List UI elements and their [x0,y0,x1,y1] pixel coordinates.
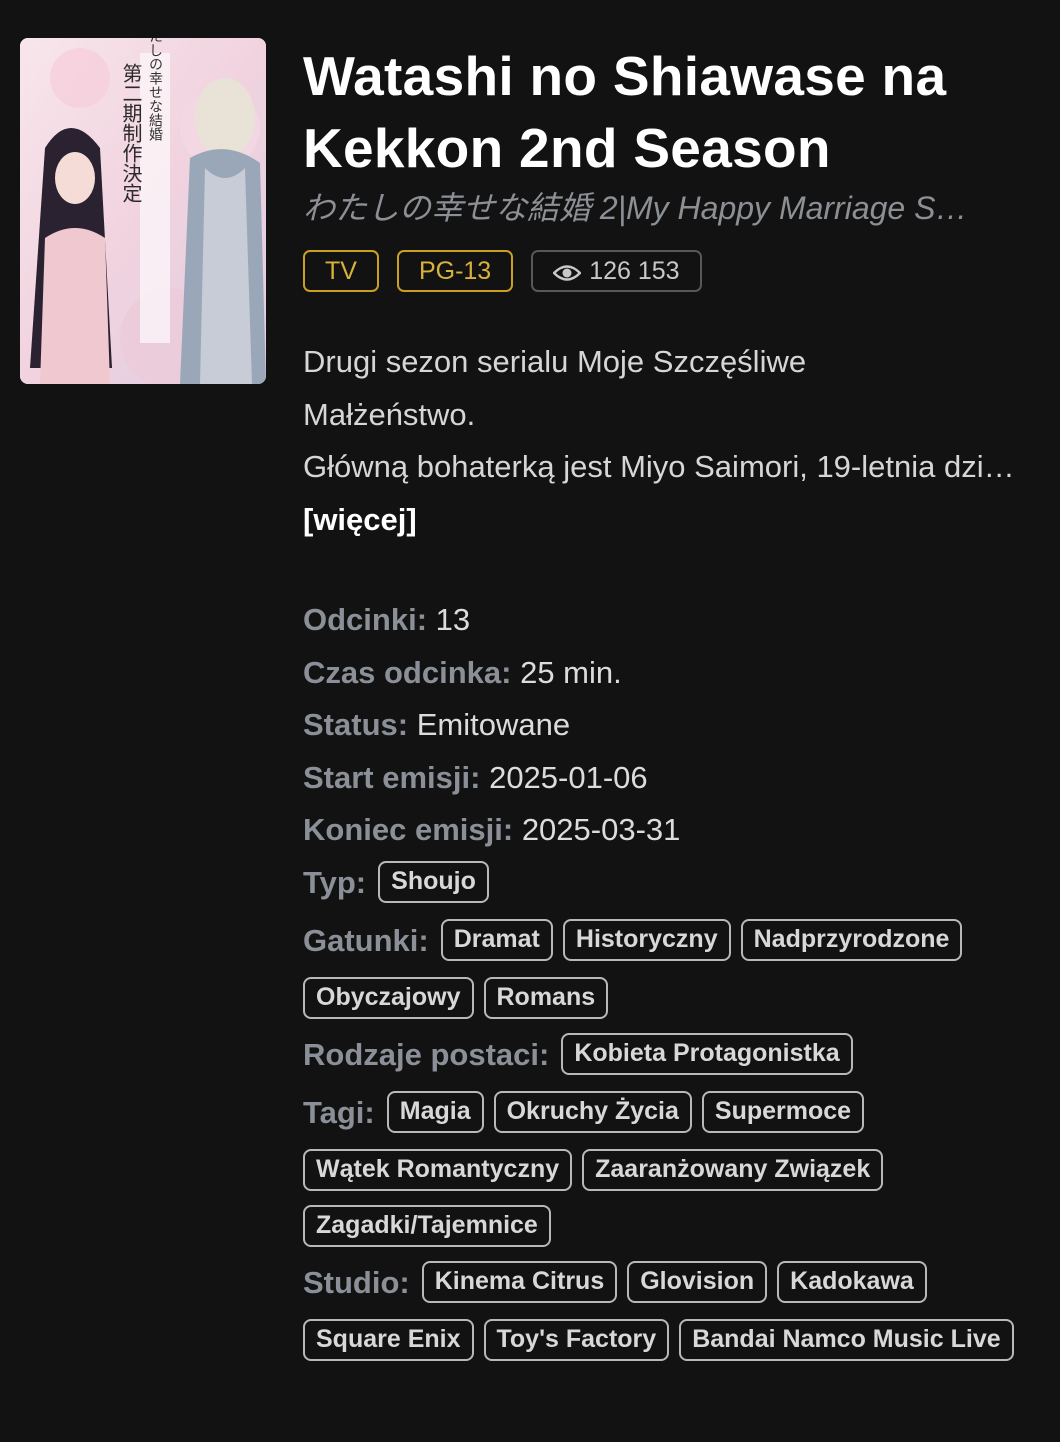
genre-chip[interactable]: Dramat [440,918,553,961]
end-date-label: Koniec emisji: [303,812,514,847]
end-date-value: 2025-03-31 [521,812,681,847]
anime-title: Watashi no Shiawase na Kekkon 2nd Season [303,45,947,179]
studio-chip[interactable]: Glovision [627,1260,768,1303]
duration-row: Czas odcinka: 25 min. [303,647,1033,700]
anime-details: Watashi no Shiawase na Kekkon 2nd Season… [303,40,1033,1361]
studio-chip[interactable]: Toy's Factory [483,1318,670,1361]
tag-chip[interactable]: Zagadki/Tajemnice [303,1204,551,1247]
character-chip[interactable]: Kobieta Protagonistka [561,1032,853,1075]
read-more-link[interactable]: [więcej] [303,494,1033,547]
duration-value: 25 min. [520,654,622,690]
genres-row: Gatunki: Dramat Historyczny Nadprzyrodzo… [303,918,1033,1019]
studio-chip[interactable]: Square Enix [303,1318,474,1361]
studio-chip[interactable]: Bandai Namco Music Live [679,1318,1014,1361]
eye-icon [552,261,582,281]
studio-chip[interactable]: Kadokawa [777,1260,927,1303]
start-date-row: Start emisji: 2025-01-06 [303,752,1033,805]
genres-label: Gatunki: [303,922,429,958]
views-badge: 126 153 [531,250,702,292]
description: Drugi sezon serialu Moje Szczęśliwe Małż… [303,336,1033,546]
type-row: Typ: Shoujo [303,860,1033,905]
alternative-title: わたしの幸せな結婚 2|My Happy Marriage Season 2 [303,190,983,226]
type-label: Typ: [303,864,367,900]
description-line-2: Główną bohaterką jest Miyo Saimori, 19-l… [303,449,1023,484]
start-date-value: 2025-01-06 [489,759,648,795]
characters-row: Rodzaje postaci: Kobieta Protagonistka [303,1032,1033,1077]
rating-badge: PG-13 [396,250,514,292]
studio-label: Studio: [303,1264,410,1300]
tag-chip[interactable]: Wątek Romantyczny [303,1148,573,1191]
status-value: Emitowane [416,707,571,742]
tag-chip[interactable]: Zaaranżowany Związek [582,1148,884,1191]
tag-chip[interactable]: Magia [386,1090,484,1133]
tags-label: Tagi: [303,1094,375,1130]
characters-label: Rodzaje postaci: [303,1036,550,1072]
studio-chip[interactable]: Kinema Citrus [421,1260,618,1303]
tag-chip[interactable]: Okruchy Życia [493,1090,692,1133]
type-badge: TV [303,250,379,292]
svg-text:わたしの幸せな結婚: わたしの幸せな結婚 [147,38,163,141]
genre-chip[interactable]: Nadprzyrodzone [740,918,963,961]
tags-row: Tagi: Magia Okruchy Życia Supermoce Wąte… [303,1090,1033,1247]
status-label: Status: [303,707,409,742]
poster-image: わたしの幸せな結婚 第二期制作決定 [20,38,266,384]
tag-chip[interactable]: Supermoce [701,1090,865,1133]
badge-row: TV PG-13 126 153 [303,250,1033,292]
genre-chip[interactable]: Obyczajowy [303,976,474,1019]
episodes-value: 13 [435,602,471,637]
genre-chip[interactable]: Romans [483,976,609,1019]
type-chip[interactable]: Shoujo [378,860,489,903]
status-row: Status: Emitowane [303,699,1033,752]
end-date-row: Koniec emisji: 2025-03-31 [303,804,1033,857]
info-list: Odcinki: 13 Czas odcinka: 25 min. Status… [303,594,1033,1361]
episodes-label: Odcinki: [303,602,428,637]
views-count: 126 153 [589,256,680,285]
description-line-1: Drugi sezon serialu Moje Szczęśliwe Małż… [303,344,807,432]
genre-chip[interactable]: Historyczny [562,918,731,961]
start-date-label: Start emisji: [303,759,481,795]
studio-row: Studio: Kinema Citrus Glovision Kadokawa… [303,1260,1033,1361]
svg-text:第二期制作決定: 第二期制作決定 [119,63,143,203]
duration-label: Czas odcinka: [303,654,512,690]
episodes-row: Odcinki: 13 [303,594,1033,647]
